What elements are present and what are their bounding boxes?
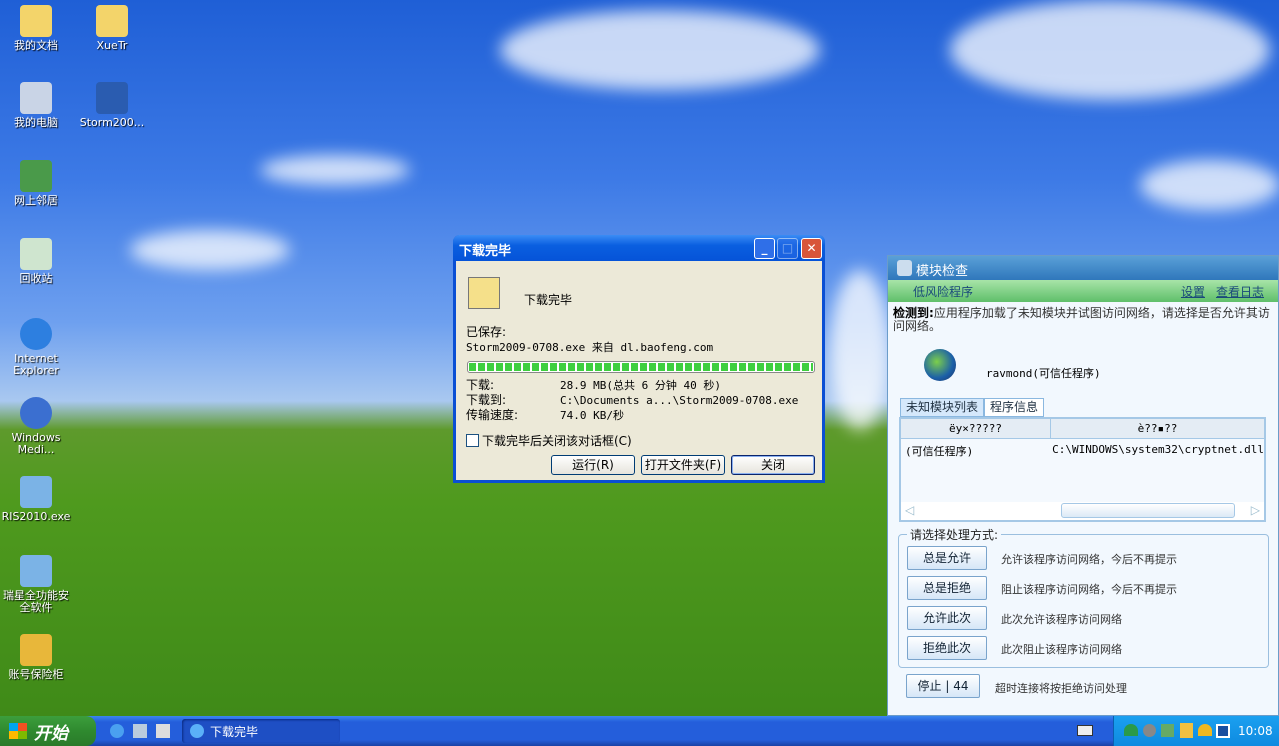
download-complete-icon: [468, 277, 500, 309]
desktop-icon-my-computer[interactable]: 我的电脑: [0, 82, 72, 129]
ie-icon: [20, 318, 52, 350]
installer-icon: [96, 82, 128, 114]
module-check-panel: 模块检查 低风险程序 设置 查看日志 检测到:应用程序加载了未知模块并试图访问网…: [887, 255, 1279, 716]
deny-once-desc: 此次阻止该程序访问网络: [1001, 643, 1122, 656]
network-icon: [20, 160, 52, 192]
title-bar: 下载完毕 _ □ ✕: [453, 235, 825, 261]
column-header[interactable]: è??▪??: [1051, 419, 1264, 438]
desktop-icon-ie[interactable]: Internet Explorer: [0, 318, 72, 377]
taskbar: 开始 下载完毕 10:08: [0, 716, 1279, 746]
allow-once-desc: 此次允许该程序访问网络: [1001, 613, 1122, 626]
downloaded-value: 28.9 MB(总共 6 分钟 40 秒): [560, 379, 721, 392]
umbrella-yellow-icon[interactable]: [1198, 724, 1212, 736]
windows-logo-icon: [9, 723, 27, 739]
desktop-icon-rising[interactable]: 瑞星全功能安全软件: [0, 555, 72, 614]
deny-once-button[interactable]: 拒绝此次: [907, 636, 987, 660]
close-on-complete-checkbox[interactable]: 下载完毕后关闭该对话框(C): [466, 432, 632, 449]
recycle-bin-icon: [20, 238, 52, 270]
progress-fill: [469, 363, 813, 371]
volume-icon[interactable]: [1143, 724, 1156, 737]
scroll-left-icon[interactable]: ◁: [905, 503, 914, 517]
open-folder-button[interactable]: 打开文件夹(F): [641, 455, 725, 475]
shortcut-quicklaunch-icon[interactable]: [156, 724, 170, 738]
column-header[interactable]: ëy×?????: [901, 419, 1051, 438]
timeout-text: 超时连接将按拒绝访问处理: [995, 682, 1127, 695]
network-tray-icon[interactable]: [1161, 724, 1174, 737]
media-player-icon: [20, 397, 52, 429]
risk-bar: 低风险程序 设置 查看日志: [888, 280, 1278, 302]
download-to-label: 下载到:: [466, 393, 507, 407]
program-name: ravmond(可信任程序): [986, 367, 1101, 380]
desktop-icon-ris2010[interactable]: RIS2010.exe: [0, 476, 72, 523]
desktop-icon-network[interactable]: 网上邻居: [0, 160, 72, 207]
heading: 下载完毕: [524, 293, 573, 307]
run-button[interactable]: 运行(R): [551, 455, 635, 475]
panel-title-bar: 模块检查: [888, 256, 1278, 280]
clock[interactable]: 10:08: [1238, 724, 1273, 738]
desktop-icon-vault[interactable]: 账号保险柜: [0, 634, 72, 681]
always-deny-desc: 阻止该程序访问网络，今后不再提示: [1001, 583, 1177, 596]
scroll-thumb[interactable]: [1061, 503, 1235, 518]
scroll-right-icon[interactable]: ▷: [1251, 503, 1260, 517]
shield-icon: [897, 260, 912, 276]
progress-bar: [467, 361, 815, 373]
speed-label: 传输速度:: [466, 408, 519, 422]
globe-program-icon: [924, 349, 956, 381]
folder-icon: [96, 5, 128, 37]
downloaded-label: 下载:: [466, 378, 495, 392]
ie-icon: [190, 724, 204, 738]
download-to-value: C:\Documents a...\Storm2009-0708.exe: [560, 394, 799, 407]
system-tray: 10:08: [1113, 716, 1279, 746]
horizontal-scrollbar[interactable]: ◁ ▷: [901, 502, 1264, 520]
view-log-link[interactable]: 查看日志: [1216, 283, 1264, 300]
ie-quicklaunch-icon[interactable]: [110, 724, 124, 738]
tab-unknown-modules[interactable]: 未知模块列表: [900, 398, 984, 417]
taskbar-item-download[interactable]: 下载完毕: [182, 719, 340, 743]
keyboard-icon[interactable]: [1077, 725, 1093, 736]
shield-icon: [20, 476, 52, 508]
always-allow-desc: 允许该程序访问网络，今后不再提示: [1001, 553, 1177, 566]
detect-label: 检测到:: [893, 306, 934, 320]
allow-once-button[interactable]: 允许此次: [907, 606, 987, 630]
action-group-label: 请选择处理方式:: [907, 526, 1002, 543]
always-deny-button[interactable]: 总是拒绝: [907, 576, 987, 600]
saved-value: Storm2009-0708.exe 来自 dl.baofeng.com: [466, 341, 714, 354]
close-window-button[interactable]: ✕: [801, 238, 822, 259]
table-row[interactable]: (可信任程序) C:\WINDOWS\system32\cryptnet.dll: [901, 439, 1264, 459]
close-button[interactable]: 关闭: [731, 455, 815, 475]
computer-icon: [20, 82, 52, 114]
checkbox-box[interactable]: [466, 434, 479, 447]
desktop-icon-my-documents[interactable]: 我的文档: [0, 5, 72, 52]
download-complete-dialog: 下载完毕 _ □ ✕ 下载完毕 已保存: Storm2009-0708.exe …: [453, 235, 825, 483]
desktop-icon-xuetr[interactable]: XueTr: [76, 5, 148, 52]
detect-text: 应用程序加载了未知模块并试图访问网络，请选择是否允许其访问网络。: [893, 306, 1270, 333]
safe-icon: [20, 634, 52, 666]
windows-tray-icon[interactable]: [1216, 724, 1230, 738]
always-allow-button[interactable]: 总是允许: [907, 546, 987, 570]
desktop-icon-recycle-bin[interactable]: 回收站: [0, 238, 72, 285]
start-button[interactable]: 开始: [0, 716, 96, 746]
desktop-icon-storm[interactable]: Storm200...: [76, 82, 148, 129]
speed-value: 74.0 KB/秒: [560, 409, 624, 422]
vault-tray-icon[interactable]: [1180, 723, 1193, 738]
saved-label: 已保存:: [466, 325, 507, 339]
shield-icon: [20, 555, 52, 587]
maximize-button: □: [777, 238, 798, 259]
module-table: ëy×????? è??▪?? (可信任程序) C:\WINDOWS\syste…: [899, 417, 1266, 522]
umbrella-icon[interactable]: [1124, 724, 1138, 736]
folder-icon: [20, 5, 52, 37]
minimize-button[interactable]: _: [754, 238, 775, 259]
rising-quicklaunch-icon[interactable]: [133, 724, 147, 738]
desktop-icon-media-player[interactable]: Windows Medi...: [0, 397, 72, 456]
tab-program-info[interactable]: 程序信息: [984, 398, 1044, 417]
settings-link[interactable]: 设置: [1181, 283, 1205, 300]
stop-countdown-button[interactable]: 停止 | 44: [906, 674, 980, 698]
